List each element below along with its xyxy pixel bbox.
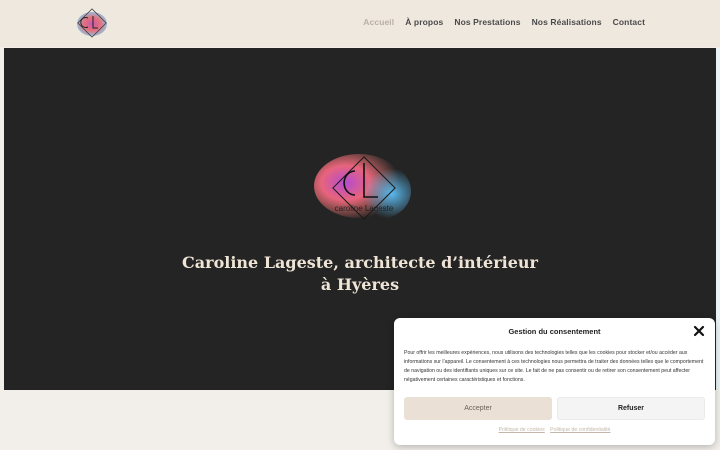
consent-body: Pour offrir les meilleures expériences, … xyxy=(404,350,704,383)
right-edge-strip xyxy=(716,48,720,390)
nav-prestations[interactable]: Nos Prestations xyxy=(454,17,520,27)
nav-contact[interactable]: Contact xyxy=(613,17,645,27)
privacy-policy-link[interactable]: Politique de confidentialité xyxy=(550,427,610,433)
hero-logo-text: caroline Lageste xyxy=(335,204,394,213)
main-nav: Accueil À propos Nos Prestations Nos Réa… xyxy=(363,17,645,27)
close-icon[interactable] xyxy=(693,325,705,337)
policy-links: Politique de cookies Politique de confid… xyxy=(394,427,715,433)
hero-title: Caroline Lageste, architecte d’intérieur… xyxy=(4,252,716,296)
hero-title-line2: à Hyères xyxy=(320,275,400,294)
hero-title-line1: Caroline Lageste, architecte d’intérieur xyxy=(182,253,538,272)
nav-a-propos[interactable]: À propos xyxy=(405,17,443,27)
accept-button[interactable]: Accepter xyxy=(404,397,552,420)
site-logo[interactable] xyxy=(74,5,111,42)
site-header: Accueil À propos Nos Prestations Nos Réa… xyxy=(0,0,720,47)
nav-accueil[interactable]: Accueil xyxy=(363,17,394,27)
consent-dialog: Gestion du consentement Pour offrir les … xyxy=(394,318,715,445)
refuse-button[interactable]: Refuser xyxy=(557,397,705,420)
cookie-policy-link[interactable]: Politique de cookies xyxy=(499,427,545,433)
nav-realisations[interactable]: Nos Réalisations xyxy=(532,17,602,27)
hero-logo: caroline Lageste xyxy=(314,154,411,220)
consent-title: Gestion du consentement xyxy=(508,327,601,336)
